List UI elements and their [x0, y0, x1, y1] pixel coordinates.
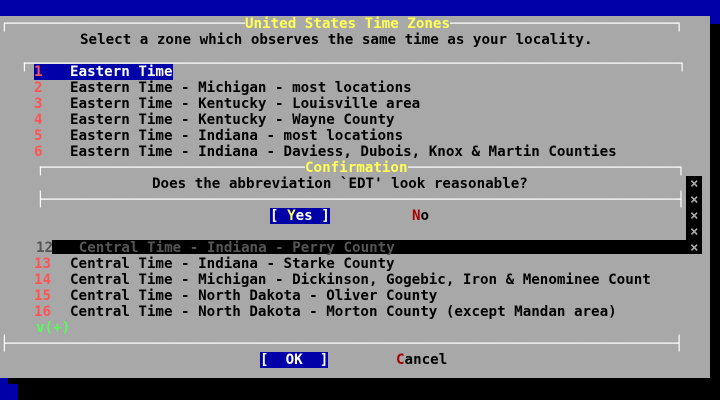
list-item[interactable]: 2 Eastern Time - Michigan - most location…	[34, 80, 412, 96]
list-item[interactable]: 13 Central Time - Indiana - Starke County	[34, 256, 395, 272]
item-number: 3	[34, 96, 43, 112]
ok-button[interactable]: [ OK ]	[260, 352, 329, 368]
list-item-dimmed[interactable]: 12 Central Time - Indiana - Perry County	[36, 240, 395, 256]
list-item[interactable]: 6 Eastern Time - Indiana - Daviess, Duboi…	[34, 144, 617, 160]
item-label: Eastern Time	[70, 64, 173, 80]
item-label: Eastern Time - Indiana - Daviess, Dubois…	[70, 144, 617, 160]
shadow-glyph: ×	[690, 192, 699, 208]
cancel-hotkey: C	[396, 352, 405, 368]
list-item[interactable]: 15 Central Time - North Dakota - Oliver C…	[34, 288, 437, 304]
no-hotkey: N	[412, 208, 421, 224]
shadow-glyph: ×	[690, 224, 699, 240]
yes-button[interactable]: [ Yes ]	[270, 208, 330, 224]
scroll-indicator[interactable]: v(+)	[36, 320, 70, 336]
confirm-question: Does the abbreviation `EDT' look reasona…	[152, 176, 528, 192]
list-item[interactable]: 5 Eastern Time - Indiana - most locations	[34, 128, 403, 144]
dialog-divider: ├───────────────────────────────────────…	[0, 336, 684, 352]
list-item[interactable]: 4 Eastern Time - Kentucky - Wayne County	[34, 112, 395, 128]
item-label: Central Time - North Dakota - Morton Cou…	[70, 304, 617, 320]
item-number: 14	[34, 272, 52, 288]
item-number: 13	[34, 256, 52, 272]
item-label: Central Time - Michigan - Dickinson, Gog…	[70, 272, 651, 288]
item-number: 4	[34, 112, 43, 128]
item-label: Eastern Time - Michigan - most locations	[70, 80, 412, 96]
item-label: Central Time - Indiana - Perry County	[78, 240, 395, 256]
item-label: Central Time - Indiana - Starke County	[70, 256, 395, 272]
item-number: 16	[34, 304, 52, 320]
shadow-glyph: ×	[690, 208, 699, 224]
item-label: Eastern Time - Indiana - most locations	[70, 128, 404, 144]
no-button[interactable]: No	[412, 208, 429, 224]
item-number: 6	[34, 144, 43, 160]
list-item[interactable]: 16 Central Time - North Dakota - Morton C…	[34, 304, 617, 320]
dialog-title: United States Time Zones	[245, 16, 450, 32]
yes-hotkey: Y	[287, 208, 296, 224]
cancel-rest: ancel	[404, 352, 448, 368]
item-label: Central Time - North Dakota - Oliver Cou…	[70, 288, 438, 304]
confirm-divider: ├───────────────────────────────────────…	[36, 192, 686, 208]
item-number: 2	[34, 80, 43, 96]
cancel-button[interactable]: Cancel	[396, 352, 447, 368]
dialog-shadow	[710, 24, 720, 386]
console-cursor	[0, 384, 18, 400]
item-label: Eastern Time - Kentucky - Louisville are…	[70, 96, 421, 112]
list-item[interactable]: 14 Central Time - Michigan - Dickinson, G…	[34, 272, 651, 288]
screen-bottom-bar	[0, 384, 720, 400]
no-rest: o	[420, 208, 430, 224]
shadow-glyph: ×	[690, 176, 699, 192]
item-number: 12	[36, 240, 54, 256]
item-label: Eastern Time - Kentucky - Wayne County	[70, 112, 395, 128]
yes-rest: es ]	[295, 208, 330, 224]
list-item[interactable]: 3 Eastern Time - Kentucky - Louisville ar…	[34, 96, 420, 112]
confirm-title: Confirmation	[305, 160, 408, 176]
list-item-selected[interactable]: 1 Eastern Time	[34, 64, 173, 80]
dialog-prompt: Select a zone which observes the same ti…	[80, 32, 593, 48]
item-number: 1	[34, 64, 70, 80]
item-number: 5	[34, 128, 43, 144]
yes-open: [	[270, 208, 288, 224]
item-number: 15	[34, 288, 52, 304]
shadow-glyph: ×	[690, 240, 699, 256]
